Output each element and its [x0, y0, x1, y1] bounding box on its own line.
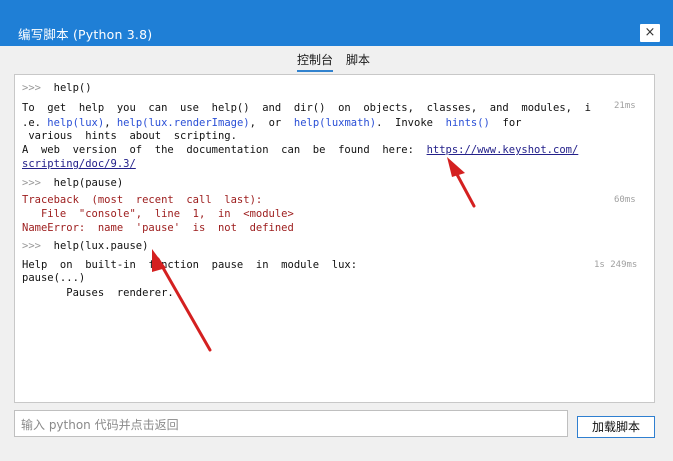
annotation-arrows [152, 157, 476, 352]
annotation-arrow-lux-pause [152, 249, 212, 352]
annotation-arrow-doc-link [447, 157, 476, 208]
